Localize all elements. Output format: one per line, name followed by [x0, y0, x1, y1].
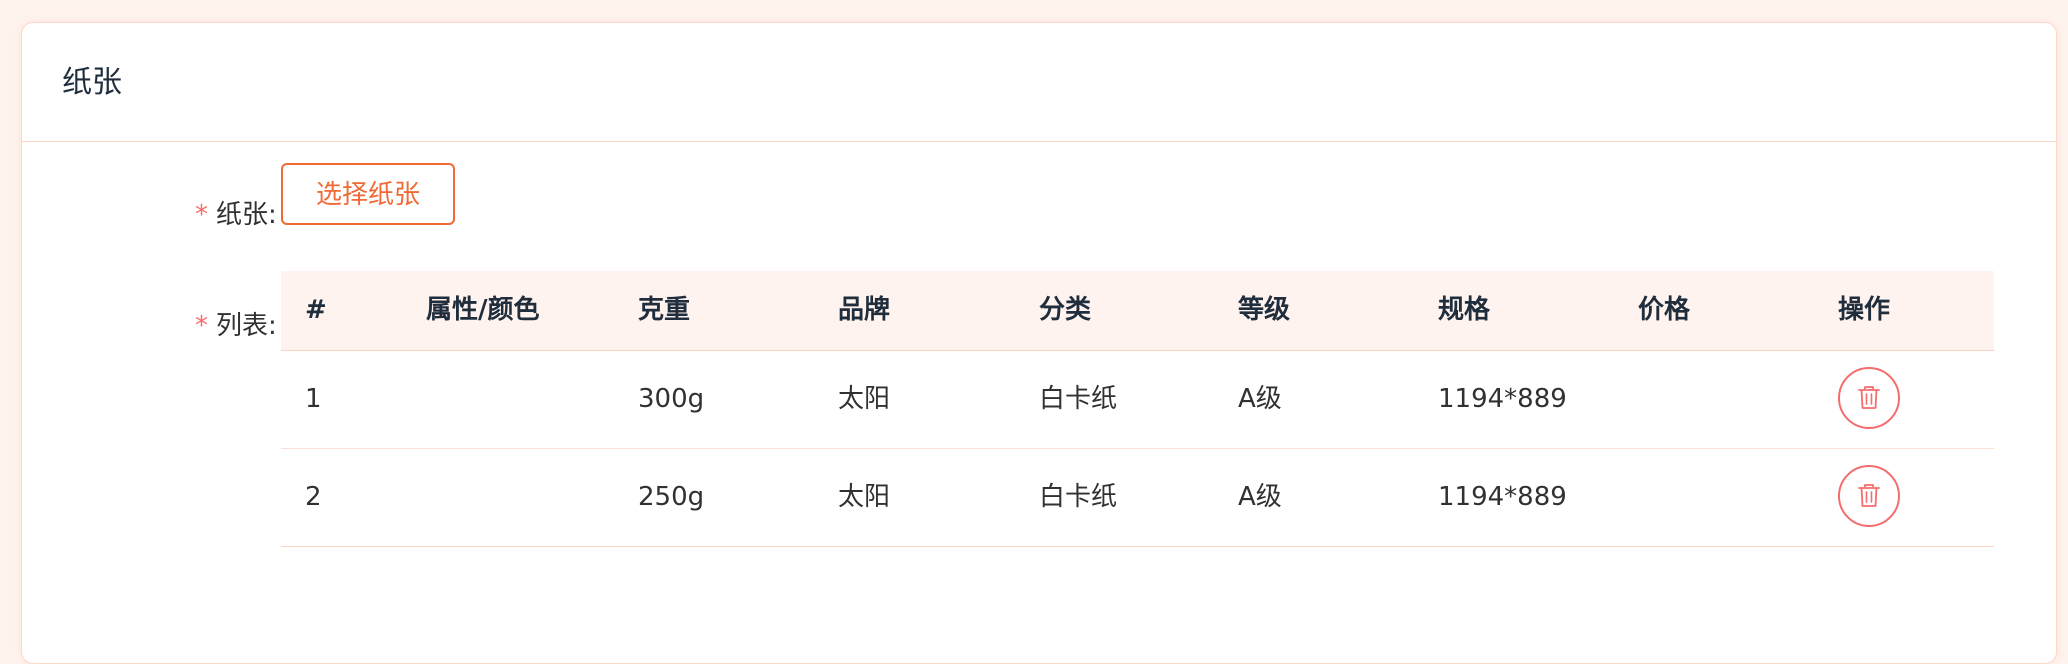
table-row: 2 250g 太阳 白卡纸 A级 1194*889 — [281, 449, 1994, 547]
column-header-size: 规格 — [1438, 295, 1491, 325]
column-header-grade: 等级 — [1238, 295, 1291, 325]
column-header-attr-color: 属性/颜色 — [426, 295, 540, 325]
table-header-row: # 属性/颜色 克重 品牌 分类 等级 规格 价格 操作 — [281, 271, 1994, 351]
list-label-text: 列表: — [216, 311, 277, 341]
cell-brand: 太阳 — [838, 482, 891, 512]
cell-category: 白卡纸 — [1039, 482, 1118, 512]
column-header-actions: 操作 — [1838, 295, 1891, 325]
cell-grade: A级 — [1238, 482, 1282, 512]
cell-index: 2 — [305, 482, 322, 512]
delete-row-button[interactable] — [1838, 465, 1900, 527]
cell-brand: 太阳 — [838, 384, 891, 414]
required-mark: * — [195, 311, 208, 341]
cell-grade: A级 — [1238, 384, 1282, 414]
cell-weight: 250g — [638, 482, 705, 512]
paper-label-text: 纸张: — [216, 200, 277, 230]
trash-icon — [1858, 484, 1880, 507]
cell-weight: 300g — [638, 384, 705, 414]
column-header-category: 分类 — [1039, 295, 1092, 325]
table-row: 1 300g 太阳 白卡纸 A级 1194*889 — [281, 351, 1994, 449]
list-field-label: * 列表: — [195, 309, 277, 343]
paper-field-label: * 纸张: — [195, 198, 277, 232]
select-paper-button[interactable]: 选择纸张 — [281, 163, 455, 225]
cell-size: 1194*889 — [1438, 482, 1567, 512]
column-header-weight: 克重 — [638, 295, 691, 325]
delete-row-button[interactable] — [1838, 367, 1900, 429]
column-header-brand: 品牌 — [838, 295, 891, 325]
card-header: 纸张 — [22, 23, 2056, 142]
column-header-index: # — [305, 295, 327, 325]
cell-size: 1194*889 — [1438, 384, 1567, 414]
cell-index: 1 — [305, 384, 322, 414]
required-mark: * — [195, 200, 208, 230]
card-title: 纸张 — [62, 65, 122, 100]
column-header-price: 价格 — [1638, 295, 1691, 325]
cell-category: 白卡纸 — [1039, 384, 1118, 414]
trash-icon — [1858, 386, 1880, 409]
paper-table: # 属性/颜色 克重 品牌 分类 等级 规格 价格 操作 1 300g 太阳 白… — [281, 271, 1994, 547]
